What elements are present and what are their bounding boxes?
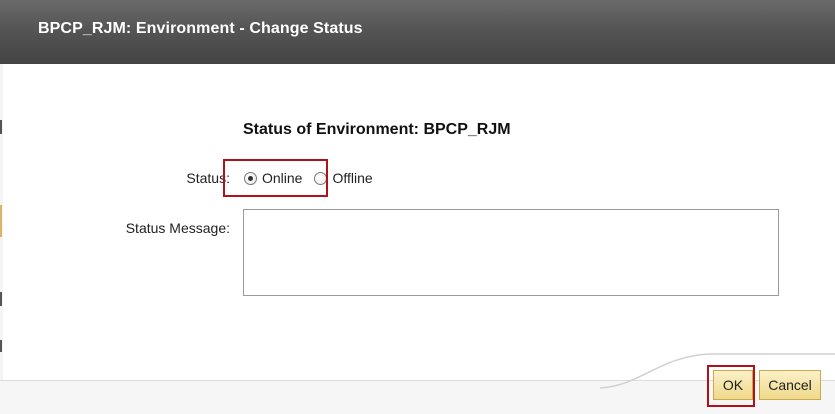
status-message-label: Status Message: xyxy=(125,220,230,236)
background-edge-mark xyxy=(0,292,2,306)
online-radio-button[interactable] xyxy=(244,171,257,185)
ok-button[interactable]: OK xyxy=(713,370,753,400)
status-offline-option[interactable]: Offline xyxy=(314,170,373,186)
change-status-dialog: BPCP_RJM: Environment - Change Status St… xyxy=(0,0,835,414)
offline-label: Offline xyxy=(332,170,373,186)
status-online-option[interactable]: Online xyxy=(244,170,302,186)
background-page-edge xyxy=(0,64,3,413)
status-radio-group: Online Offline xyxy=(244,167,385,189)
background-edge-mark xyxy=(0,340,2,352)
online-label: Online xyxy=(262,170,303,186)
status-label: Status: xyxy=(186,170,230,186)
status-message-input[interactable] xyxy=(243,209,779,296)
background-edge-highlight xyxy=(0,205,2,237)
offline-radio-button[interactable] xyxy=(314,171,328,185)
cancel-button[interactable]: Cancel xyxy=(759,370,821,400)
environment-status-heading: Status of Environment: BPCP_RJM xyxy=(243,121,511,138)
dialog-titlebar[interactable]: BPCP_RJM: Environment - Change Status xyxy=(0,0,835,64)
background-edge-mark xyxy=(0,120,2,134)
dialog-title: BPCP_RJM: Environment - Change Status xyxy=(38,20,363,37)
